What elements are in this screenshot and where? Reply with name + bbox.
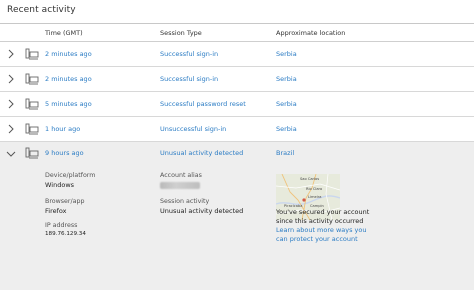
map-label-city2: Rio Claro xyxy=(306,187,323,191)
activity-detail-panel: Device/platform Windows Browser/app Fire… xyxy=(0,164,474,290)
row-time-link[interactable]: 5 minutes ago xyxy=(45,100,92,108)
column-header-time: Time (GMT) xyxy=(45,29,83,37)
computer-icon xyxy=(25,98,39,110)
activity-row[interactable]: 2 minutes ago Successful sign-in Serbia xyxy=(0,67,474,92)
row-location-link[interactable]: Brazil xyxy=(276,149,294,157)
row-session-link[interactable]: Successful sign-in xyxy=(160,75,218,83)
browser-app-label: Browser/app xyxy=(45,198,85,205)
row-time-link[interactable]: 2 minutes ago xyxy=(45,50,92,58)
row-location-link[interactable]: Serbia xyxy=(276,125,297,133)
column-header-location: Approximate location xyxy=(276,29,346,37)
map-label-city3: Limeira xyxy=(308,195,322,199)
browser-app-value: Firefox xyxy=(45,207,67,215)
device-platform-value: Windows xyxy=(45,181,75,189)
computer-icon xyxy=(25,48,39,60)
account-alias-redacted xyxy=(160,182,200,189)
learn-more-link[interactable]: Learn about more ways you xyxy=(276,226,367,234)
ip-address-label: IP address xyxy=(45,222,78,229)
computer-icon xyxy=(25,147,39,159)
row-location-link[interactable]: Serbia xyxy=(276,75,297,83)
session-activity-label: Session activity xyxy=(160,198,210,205)
row-time-link[interactable]: 1 hour ago xyxy=(45,125,80,133)
title-divider xyxy=(0,23,474,24)
row-time-link[interactable]: 9 hours ago xyxy=(45,149,84,157)
activity-row[interactable]: 5 minutes ago Successful password reset … xyxy=(0,92,474,117)
map-label-city1: Sao Carlos xyxy=(300,177,320,181)
row-session-link[interactable]: Successful sign-in xyxy=(160,50,218,58)
chevron-down-icon[interactable] xyxy=(6,149,16,159)
device-platform-label: Device/platform xyxy=(45,172,96,179)
page-title: Recent activity xyxy=(7,5,76,15)
row-time-link[interactable]: 2 minutes ago xyxy=(45,75,92,83)
row-session-link[interactable]: Successful password reset xyxy=(160,100,246,108)
secured-note-line1: You've secured your account xyxy=(276,208,370,216)
column-header-session: Session Type xyxy=(160,29,202,37)
row-session-link[interactable]: Unsuccessful sign-in xyxy=(160,125,226,133)
activity-row-expanded[interactable]: 9 hours ago Unusual activity detected Br… xyxy=(0,142,474,164)
activity-row[interactable]: 2 minutes ago Successful sign-in Serbia xyxy=(0,42,474,67)
chevron-right-icon[interactable] xyxy=(6,74,16,84)
secured-note-line2: since this activity occurred xyxy=(276,217,364,225)
row-session-link[interactable]: Unusual activity detected xyxy=(160,149,243,157)
computer-icon xyxy=(25,73,39,85)
row-location-link[interactable]: Serbia xyxy=(276,50,297,58)
row-location-link[interactable]: Serbia xyxy=(276,100,297,108)
ip-address-value: 189.76.129.34 xyxy=(45,231,86,237)
learn-more-link-line2[interactable]: can protect your account xyxy=(276,235,358,243)
chevron-right-icon[interactable] xyxy=(6,49,16,59)
chevron-right-icon[interactable] xyxy=(6,124,16,134)
session-activity-value: Unusual activity detected xyxy=(160,207,244,215)
computer-icon xyxy=(25,123,39,135)
account-alias-label: Account alias xyxy=(160,172,202,179)
chevron-right-icon[interactable] xyxy=(6,99,16,109)
activity-row[interactable]: 1 hour ago Unsuccessful sign-in Serbia xyxy=(0,117,474,142)
